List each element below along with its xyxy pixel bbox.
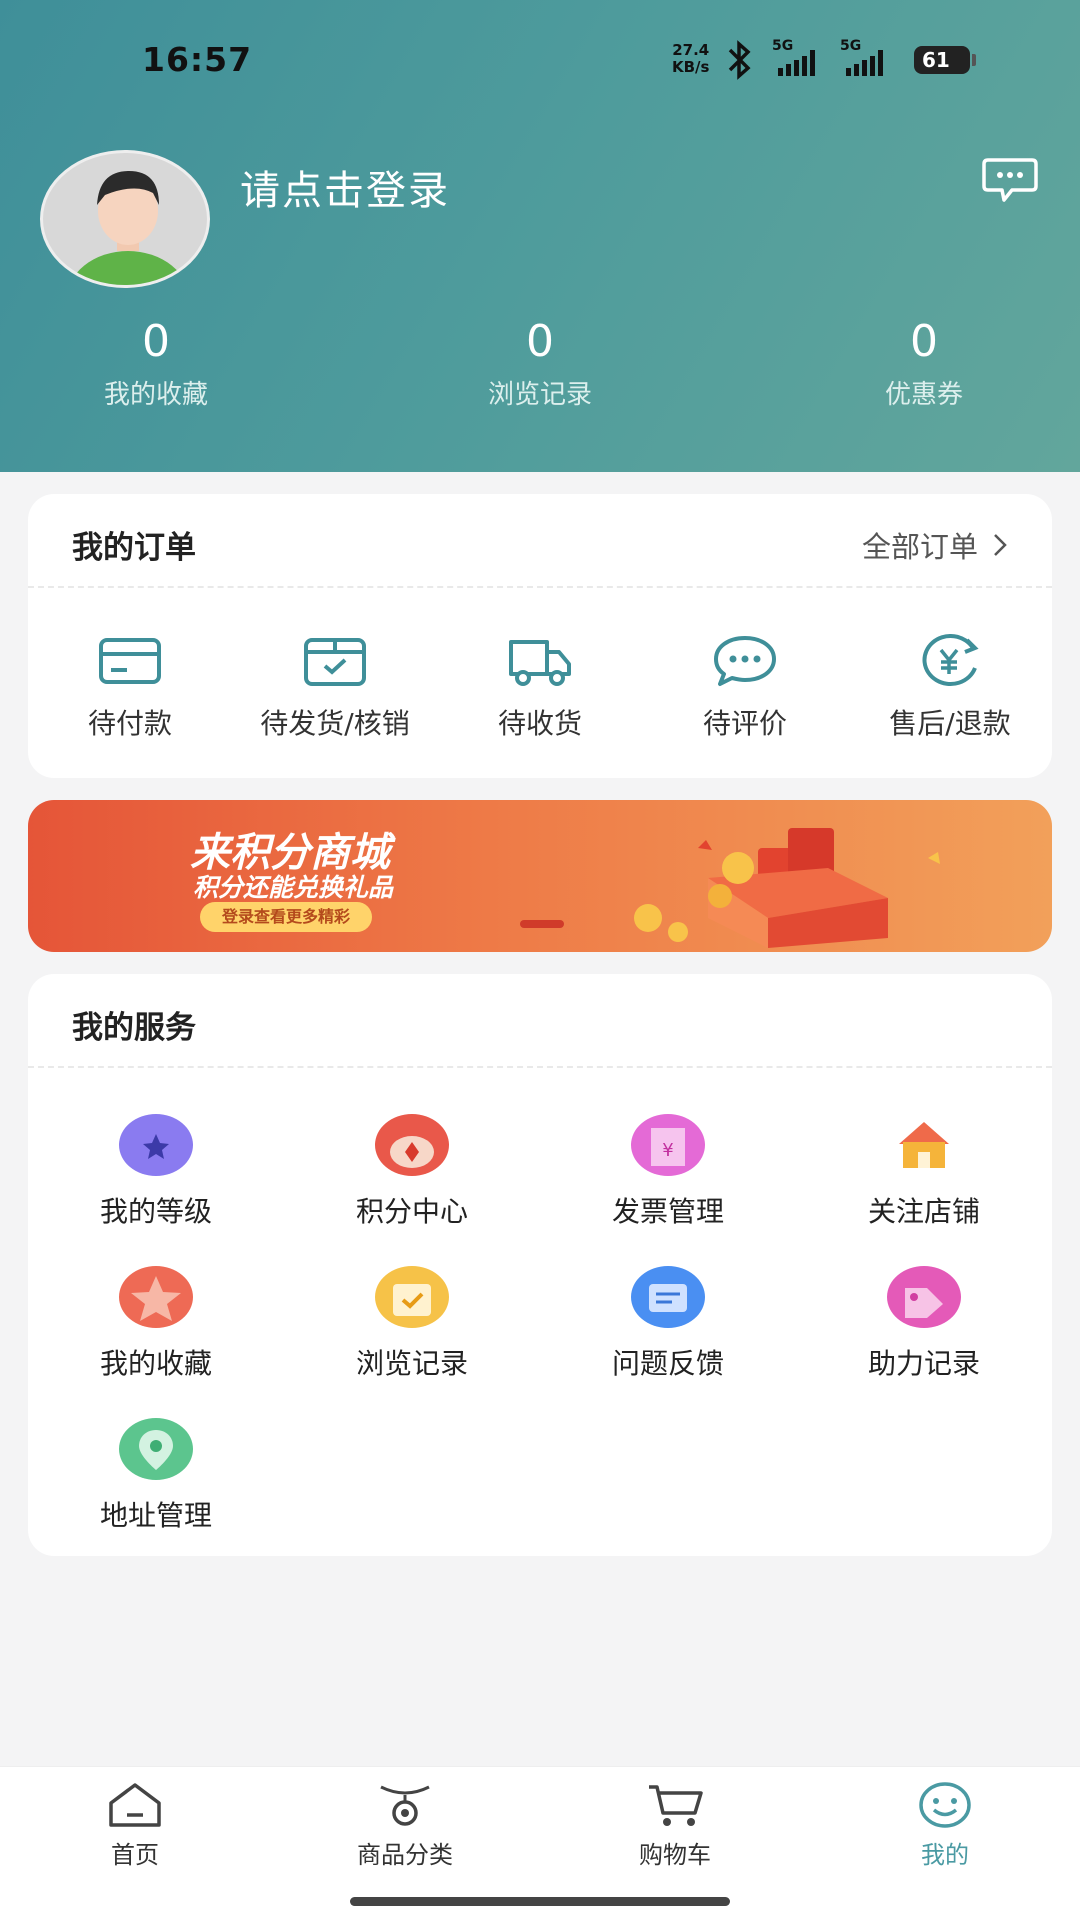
service-points-center[interactable]: 积分中心 [312, 1114, 512, 1230]
login-prompt[interactable]: 请点击登录 [240, 158, 450, 216]
chevron-right-icon [994, 534, 1007, 556]
points-mall-banner[interactable]: 来积分商城 积分还能兑换礼品 登录查看更多精彩 [28, 800, 1052, 952]
service-invoice[interactable]: ¥ 发票管理 [568, 1114, 768, 1230]
banner-login-button[interactable]: 登录查看更多精彩 [200, 902, 373, 932]
service-my-level[interactable]: 我的等级 [56, 1114, 256, 1230]
divider [28, 586, 1052, 588]
home-icon [109, 1783, 161, 1827]
carousel-indicator [520, 920, 564, 928]
points-icon [375, 1114, 449, 1176]
divider [28, 1066, 1052, 1068]
services-title: 我的服务 [72, 1010, 196, 1046]
net-speed: 27.4 KB/s [672, 41, 710, 76]
calendar-icon [375, 1266, 449, 1328]
message-icon[interactable] [982, 156, 1038, 204]
feedback-icon [631, 1266, 705, 1328]
tag-icon [887, 1266, 961, 1328]
service-browse-history[interactable]: 浏览记录 [312, 1266, 512, 1382]
orders-card: 我的订单 全部订单 待付款 待发货/核销 待收货 待评价 售后/退款 [28, 494, 1052, 778]
avatar[interactable] [40, 150, 210, 288]
shop-icon [887, 1114, 961, 1176]
category-icon [380, 1785, 430, 1826]
order-pending-shipment[interactable]: 待发货/核销 [235, 634, 435, 742]
stat-favorites[interactable]: 0 我的收藏 [46, 316, 266, 411]
wallet-icon [99, 638, 161, 684]
service-followed-shops[interactable]: 关注店铺 [824, 1114, 1024, 1230]
tab-mine[interactable]: 我的 [845, 1781, 1045, 1870]
order-pending-review[interactable]: 待评价 [645, 634, 845, 742]
services-card: 我的服务 我的等级 积分中心 ¥ 发票管理 关注店铺 我的收藏 浏览记录 问题反… [28, 974, 1052, 1556]
all-orders-link[interactable]: 全部订单 [862, 524, 1008, 566]
signal-2-icon: 5G [840, 38, 900, 82]
chat-bubble-icon [714, 636, 776, 686]
stat-history[interactable]: 0 浏览记录 [430, 316, 650, 411]
service-address[interactable]: 地址管理 [56, 1418, 256, 1534]
banner-subtitle: 积分还能兑换礼品 [193, 873, 394, 902]
status-bar: 16:57 27.4 KB/s 5G 5G 61 [0, 38, 1080, 84]
order-pending-payment[interactable]: 待付款 [30, 634, 230, 742]
tab-home[interactable]: 首页 [35, 1781, 235, 1870]
package-check-icon [304, 638, 366, 686]
svg-text:¥: ¥ [662, 1140, 673, 1161]
service-feedback[interactable]: 问题反馈 [568, 1266, 768, 1382]
battery-icon: 61 [914, 46, 976, 74]
invoice-icon: ¥ [631, 1114, 705, 1176]
order-after-sales[interactable]: 售后/退款 [850, 634, 1050, 742]
orders-title: 我的订单 [72, 530, 196, 566]
bluetooth-icon [728, 40, 751, 80]
status-time: 16:57 [142, 40, 253, 79]
profile-header: 16:57 27.4 KB/s 5G 5G 61 请点击登录 0 我的收藏 0 … [0, 0, 1080, 472]
smile-icon [919, 1782, 971, 1828]
service-my-favorites[interactable]: 我的收藏 [56, 1266, 256, 1382]
cart-icon [649, 1785, 703, 1826]
truck-icon [509, 640, 571, 686]
location-icon [119, 1418, 193, 1480]
order-pending-receipt[interactable]: 待收货 [440, 634, 640, 742]
star-icon [119, 1266, 193, 1328]
tab-cart[interactable]: 购物车 [575, 1781, 775, 1870]
tab-category[interactable]: 商品分类 [305, 1781, 505, 1870]
stat-coupons[interactable]: 0 优惠券 [814, 316, 1034, 411]
avatar-person-icon [69, 171, 187, 285]
signal-1-icon: 5G [772, 38, 832, 82]
gift-box-illustration [634, 828, 940, 948]
home-indicator[interactable] [350, 1897, 730, 1906]
medal-icon [119, 1114, 193, 1176]
refund-icon [922, 634, 979, 686]
service-assist-records[interactable]: 助力记录 [824, 1266, 1024, 1382]
